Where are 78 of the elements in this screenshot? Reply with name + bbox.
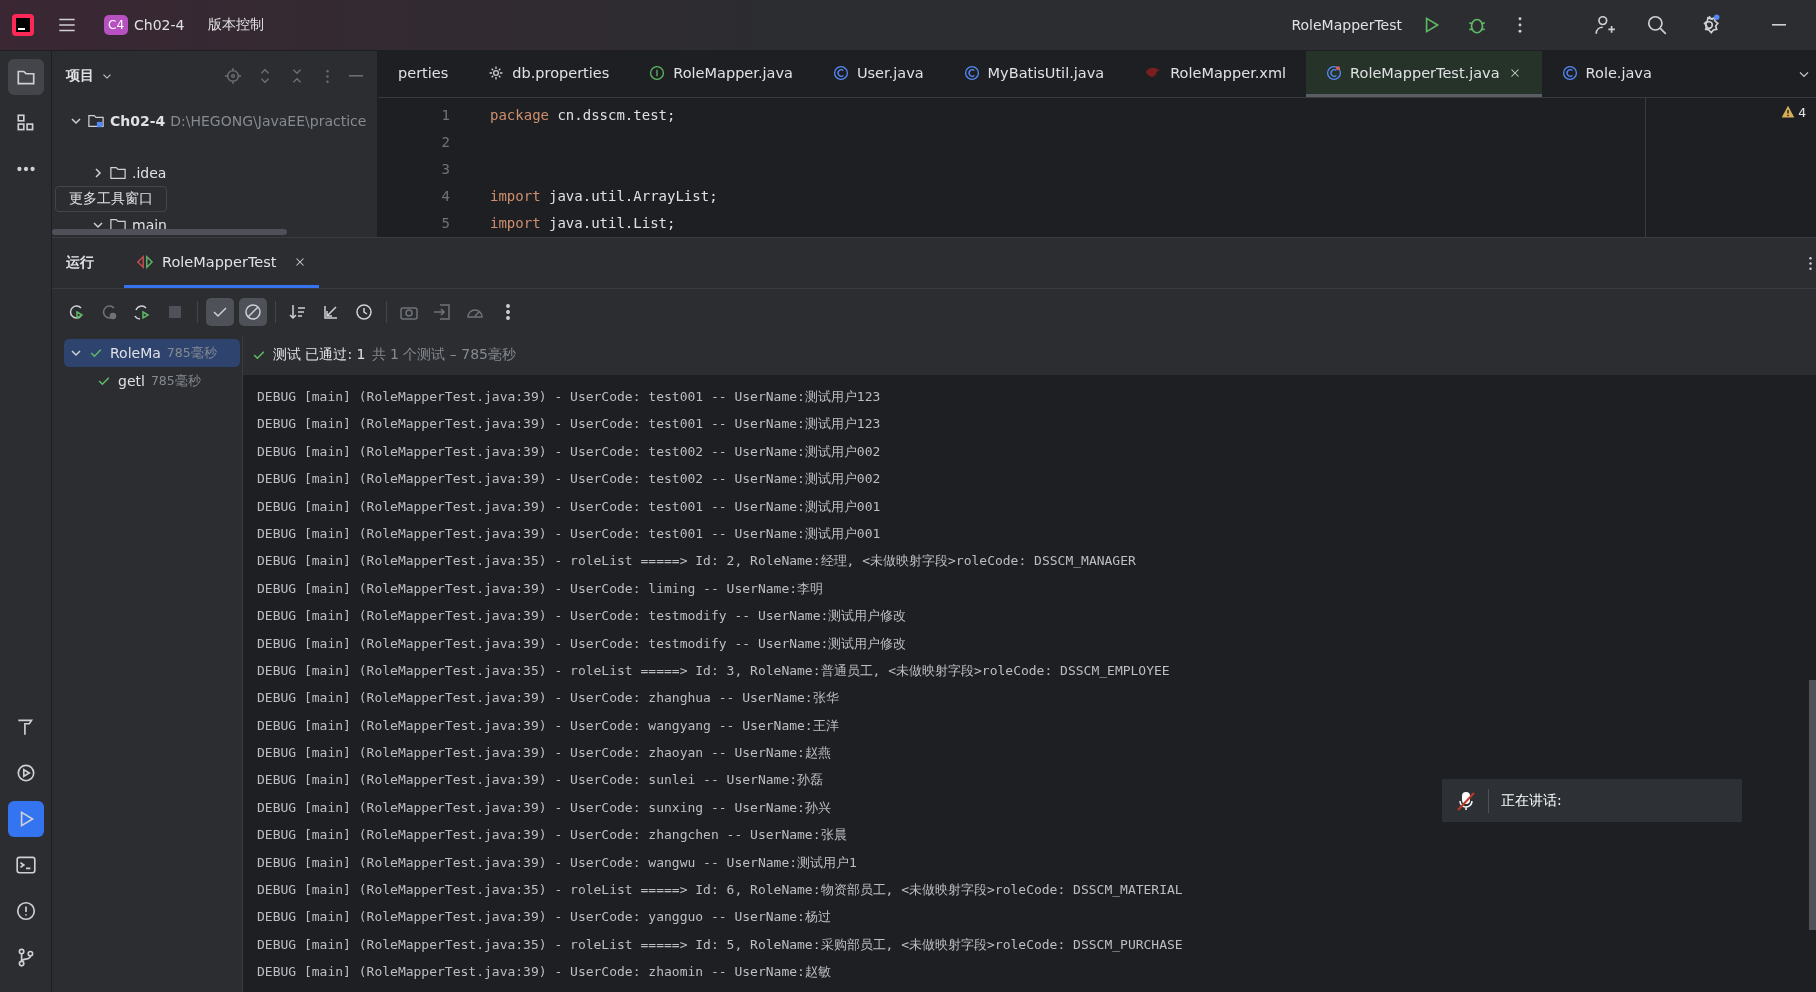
code-line: import java.util.ArrayList; [490,188,718,204]
folder-icon [109,165,127,181]
run-icon[interactable] [7,801,44,837]
log-line: DEBUG [main] (RoleMapperTest.java:39) - UserCode: test002 -- UserName:测试用户002 [257,470,881,489]
scrollbar[interactable] [1809,680,1816,930]
locate-icon [224,67,242,85]
log-line: DEBUG [main] (RoleMapperTest.java:39) - UserCode: test002 -- UserName:测试用户002 [257,442,881,461]
test-class-icon [1326,64,1343,81]
line-number: 1 [440,106,450,125]
test-duration: 785毫秒 [166,344,217,362]
project-selector[interactable]: C4 Ch02-4 [98,11,191,39]
add-user-icon [1594,14,1616,36]
tree-item[interactable]: .idea [132,165,167,181]
log-line: DEBUG [main] (RoleMapperTest.java:39) - UserCode: zhaomin -- UserName:赵敏 [257,963,831,982]
log-line: DEBUG [main] (RoleMapperTest.java:39) - UserCode: yangguo -- UserName:杨过 [257,908,831,927]
log-line: DEBUG [main] (RoleMapperTest.java:39) - UserCode: wangwu -- UserName:测试用户1 [257,853,857,872]
warning-icon[interactable] [1781,105,1796,119]
log-line: DEBUG [main] (RoleMapperTest.java:35) - roleList =====> Id: 6, RoleName:物资部员工, <未做映射字段>roleCode: DSSCM_MATERIAL [257,881,1183,900]
code-line: package cn.dsscm.test; [490,107,676,123]
log-line: DEBUG [main] (RoleMapperTest.java:39) - UserCode: zhanghua -- UserName:张华 [257,689,839,708]
test-config-icon [136,253,154,270]
module-folder-icon [87,113,105,129]
editor-tab[interactable]: User.java [812,51,944,97]
test-name[interactable]: RoleMa [110,345,161,361]
more-icon[interactable] [1809,255,1812,271]
project-path: D:\HEGONG\JavaEE\practice [170,113,367,129]
ban-icon[interactable] [239,298,267,326]
log-line: DEBUG [main] (RoleMapperTest.java:39) - UserCode: sunxing -- UserName:孙兴 [257,798,831,817]
log-line: DEBUG [main] (RoleMapperTest.java:39) - UserCode: wangyang -- UserName:王洋 [257,716,839,735]
log-line: DEBUG [main] (RoleMapperTest.java:39) - UserCode: zhangchen -- UserName:张晨 [257,826,847,845]
class-icon [1561,64,1578,81]
tree-item[interactable]: Ch02-4 [110,113,166,129]
test-result: 测试 已通过: 1 [273,346,366,364]
speech-label: 正在讲话: [1501,791,1562,810]
vcs-menu[interactable]: 版本控制 [202,12,271,38]
search-icon [1646,14,1668,36]
interface-icon [649,64,666,81]
check-icon[interactable] [206,298,234,326]
run-config-selector[interactable]: RoleMapperTest [1285,13,1408,37]
log-line: DEBUG [main] (RoleMapperTest.java:35) - roleList =====> Id: 5, RoleName:采购部员工, <未做映射字段>roleCode: DSSCM_PURCHASE [257,935,1183,954]
class-icon [963,64,980,81]
muted-mic-icon[interactable] [1456,789,1476,812]
editor-tab[interactable]: MyBatisUtil.java [943,51,1125,97]
run-panel-title: 运行 [66,254,94,272]
gear-icon [488,64,505,81]
test-name[interactable]: getl [118,373,145,389]
line-number: 2 [440,133,450,152]
line-number: 3 [440,160,450,179]
log-line: DEBUG [main] (RoleMapperTest.java:39) - UserCode: sunlei -- UserName:孙磊 [257,771,824,790]
more-icon[interactable] [1518,16,1522,34]
editor-tab[interactable]: RoleMapperTest.java [1306,51,1542,97]
editor-tab[interactable]: Role.java [1541,51,1672,97]
app-logo-icon[interactable] [10,12,36,38]
test-summary: 共 1 个测试 – 785毫秒 [371,346,516,364]
editor-tab[interactable]: perties [378,51,469,97]
folder-icon[interactable] [7,59,44,95]
editor-tab[interactable]: db.properties [468,51,630,97]
log-line: DEBUG [main] (RoleMapperTest.java:39) - UserCode: zhaoyan -- UserName:赵燕 [257,744,831,763]
log-line: DEBUG [main] (RoleMapperTest.java:39) - UserCode: test001 -- UserName:测试用户123 [257,415,881,434]
code-line: import java.util.List; [490,215,676,231]
panel-title[interactable]: 项目 [66,67,94,85]
editor-tab[interactable]: RoleMapper.java [629,51,813,97]
log-line: DEBUG [main] (RoleMapperTest.java:35) - roleList =====> Id: 2, RoleName:经理, <未做映射字段>roleCode: DSSCM_MANAGER [257,552,1136,571]
class-icon [832,64,849,81]
tooltip: 更多工具窗口 [55,186,167,212]
log-line: DEBUG [main] (RoleMapperTest.java:39) - UserCode: testmodify -- UserName:测试用户修改 [257,634,907,653]
log-line: DEBUG [main] (RoleMapperTest.java:39) - UserCode: test001 -- UserName:测试用户001 [257,524,881,543]
project-badge: C4 [104,15,128,35]
log-line: DEBUG [main] (RoleMapperTest.java:39) - UserCode: testmodify -- UserName:测试用户修改 [257,607,907,626]
log-line: DEBUG [main] (RoleMapperTest.java:35) - roleList =====> Id: 3, RoleName:普通员工, <未做映射字段>roleCode: DSSCM_EMPLOYEE [257,661,1170,680]
log-line: DEBUG [main] (RoleMapperTest.java:39) - UserCode: test001 -- UserName:测试用户123 [257,388,881,406]
warning-count[interactable]: 4 [1798,104,1806,120]
log-line: DEBUG [main] (RoleMapperTest.java:39) - UserCode: test001 -- UserName:测试用户001 [257,497,881,516]
editor-tab[interactable]: RoleMapper.xml [1124,51,1307,97]
test-duration: 785毫秒 [150,372,201,390]
line-number: 5 [440,214,450,233]
line-number: 4 [440,187,450,206]
log-line: DEBUG [main] (RoleMapperTest.java:39) - UserCode: liming -- UserName:李明 [257,579,824,598]
